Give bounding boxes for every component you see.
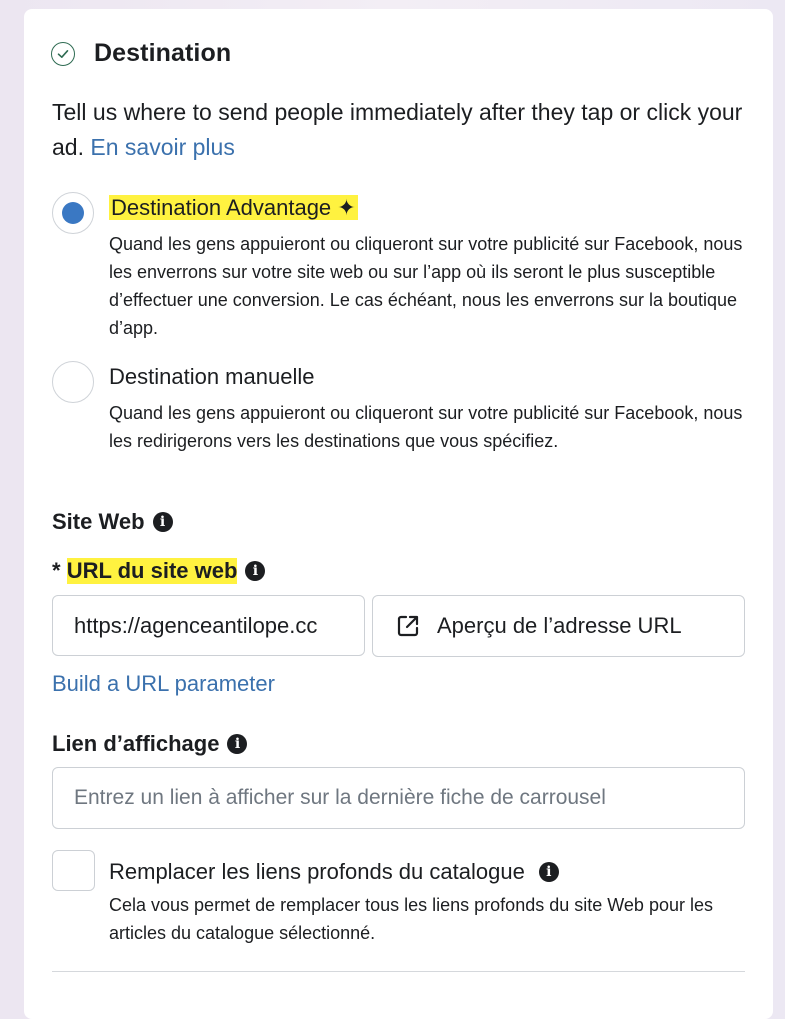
build-url-parameter-link[interactable]: Build a URL parameter xyxy=(52,671,275,697)
option-description: Quand les gens appuieront ou cliqueront … xyxy=(109,403,743,451)
url-label: * URL du site web i xyxy=(52,558,266,584)
display-link-label-text: Lien d’affichage xyxy=(52,731,220,756)
radio-destination-advantage[interactable] xyxy=(52,192,94,234)
url-label-text: URL du site web xyxy=(66,558,238,584)
info-icon[interactable]: i xyxy=(227,734,248,754)
option-description: Quand les gens appuieront ou cliqueront … xyxy=(109,234,743,338)
section-description: Tell us where to send people immediately… xyxy=(52,95,752,165)
deep-links-label-text: Remplacer les liens profonds du catalogu… xyxy=(109,859,525,884)
radio-destination-manuelle[interactable] xyxy=(52,361,94,403)
option-title: Destination manuelle xyxy=(109,364,315,389)
info-icon[interactable]: i xyxy=(245,561,266,581)
display-link-label: Lien d’affichage i xyxy=(52,731,248,757)
section-title: Destination xyxy=(94,39,232,67)
sparkle-icon: ✦ xyxy=(337,195,356,220)
radio-selected-dot xyxy=(62,202,84,224)
deep-links-label: Remplacer les liens profonds du catalogu… xyxy=(109,859,559,885)
site-web-heading-text: Site Web xyxy=(52,509,145,534)
option-title: Destination Advantage ✦ xyxy=(109,195,358,221)
url-input[interactable]: https://agenceantilope.cc xyxy=(52,595,365,656)
site-web-heading: Site Web i xyxy=(52,509,173,535)
check-circle-icon xyxy=(51,41,75,66)
info-icon[interactable]: i xyxy=(538,862,559,882)
external-link-icon xyxy=(397,615,419,637)
display-link-input[interactable]: Entrez un lien à afficher sur la dernièr… xyxy=(52,767,745,829)
highlighted-title: Destination Advantage ✦ xyxy=(109,195,358,220)
url-preview-button[interactable]: Aperçu de l’adresse URL xyxy=(372,595,745,657)
learn-more-link[interactable]: En savoir plus xyxy=(90,134,234,160)
destination-card: Destination Tell us where to send people… xyxy=(24,9,773,1019)
info-icon[interactable]: i xyxy=(152,512,173,532)
required-mark: * xyxy=(52,558,67,583)
preview-button-label: Aperçu de l’adresse URL xyxy=(437,613,682,638)
section-header: Destination xyxy=(51,39,231,68)
deep-links-description: Cela vous permet de remplacer tous les l… xyxy=(109,895,713,943)
replace-deep-links-checkbox[interactable] xyxy=(52,850,95,891)
divider xyxy=(52,971,745,972)
